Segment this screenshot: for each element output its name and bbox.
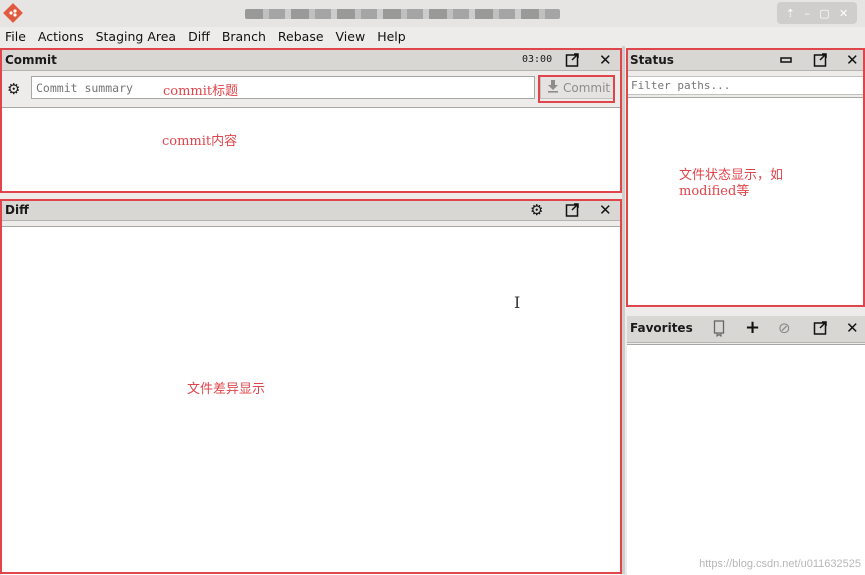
vertical-splitter[interactable] [622,46,625,574]
menu-help[interactable]: Help [377,29,406,44]
annotation-box-commit [0,48,622,193]
annotation-status-line1: 文件状态显示，如 [679,168,784,183]
favorites-list[interactable] [627,344,865,575]
menu-rebase[interactable]: Rebase [278,29,324,44]
annotation-box-commit-button [538,75,615,103]
window-close-icon[interactable]: ✕ [839,8,848,19]
menu-view[interactable]: View [336,29,366,44]
bookmark-icon[interactable] [713,319,725,337]
git-cola-logo-icon [3,3,23,23]
window-restore-icon[interactable]: ▢ [819,8,829,19]
menu-staging-area[interactable]: Staging Area [96,29,177,44]
add-favorite-icon[interactable]: + [745,319,760,337]
annotation-commit-title: commit标题 [163,84,239,99]
favorites-pane-header: Favorites + ⊘ ✕ [627,316,865,343]
menu-branch[interactable]: Branch [222,29,266,44]
menu-actions[interactable]: Actions [38,29,84,44]
annotation-diff: 文件差异显示 [187,382,266,397]
window-controls: ⇡ – ▢ ✕ [777,2,857,24]
clear-favorites-icon[interactable]: ⊘ [778,319,791,337]
annotation-commit-content: commit内容 [162,134,238,149]
favorites-pane: Favorites + ⊘ ✕ [627,316,865,575]
window-title-blurred [245,9,560,19]
window-maximize-up-icon[interactable]: ⇡ [786,8,795,19]
window-minimize-icon[interactable]: – [804,8,810,19]
menu-bar: File Actions Staging Area Diff Branch Re… [0,27,865,45]
menu-diff[interactable]: Diff [188,29,210,44]
watermark-text: https://blog.csdn.net/u011632525 [699,558,861,570]
detach-pane-icon[interactable] [813,319,827,337]
menu-file[interactable]: File [5,29,26,44]
favorites-pane-title: Favorites [630,321,693,335]
annotation-box-diff [0,199,622,574]
annotation-status-line2: modified等 [679,184,750,199]
close-pane-icon[interactable]: ✕ [846,319,859,337]
